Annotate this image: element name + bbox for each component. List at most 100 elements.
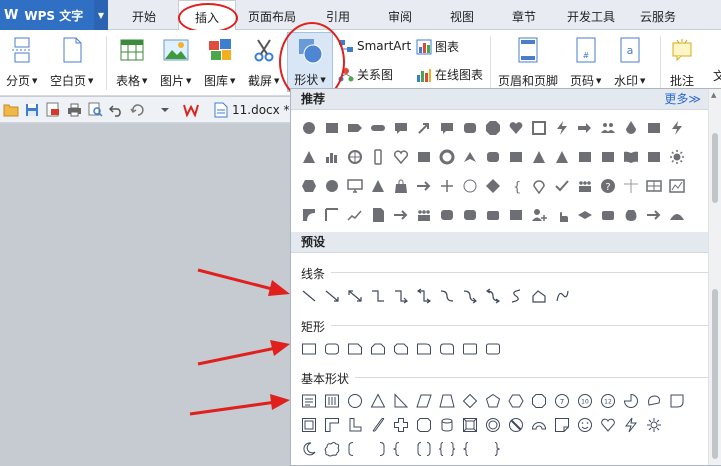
save-icon[interactable] [22, 100, 42, 120]
shape-octo[interactable] [481, 117, 504, 139]
shape-bolt[interactable] [665, 117, 688, 139]
rectangle-shape[interactable] [366, 338, 389, 360]
shape-chev[interactable] [458, 146, 481, 168]
line-shape[interactable] [550, 285, 573, 307]
line-shape[interactable] [435, 285, 458, 307]
document-tab[interactable]: 11.docx * [214, 100, 290, 120]
basic-shape[interactable] [320, 414, 343, 436]
shape-elbow[interactable] [320, 204, 343, 226]
basic-shape[interactable] [343, 438, 366, 460]
print-icon[interactable] [64, 100, 84, 120]
shape-userplus[interactable] [527, 204, 550, 226]
shape-callout[interactable] [435, 117, 458, 139]
shape-rect[interactable] [504, 146, 527, 168]
basic-shape[interactable] [527, 414, 550, 436]
basic-shape[interactable] [504, 414, 527, 436]
basic-shape[interactable] [389, 438, 412, 460]
basic-shape[interactable] [366, 390, 389, 412]
basic-shape[interactable] [458, 438, 481, 460]
shape-arrowr[interactable] [412, 175, 435, 197]
basic-shape[interactable] [619, 390, 642, 412]
shape-monitor[interactable] [343, 175, 366, 197]
shape-heart[interactable] [504, 117, 527, 139]
basic-shape[interactable] [297, 438, 320, 460]
smartart-button[interactable]: SmartArt [338, 38, 411, 54]
line-shape[interactable] [504, 285, 527, 307]
basic-shape[interactable]: 10 [573, 390, 596, 412]
scrollbar-thumb[interactable] [712, 289, 718, 459]
shape-group[interactable] [412, 204, 435, 226]
relation-chart-button[interactable]: 关系图 [338, 66, 393, 83]
screenshot-button[interactable]: 截屏 ▼ [248, 36, 279, 89]
basic-shape[interactable] [366, 438, 389, 460]
watermark-button[interactable]: a 水印 ▼ [614, 36, 645, 89]
line-shape[interactable] [481, 285, 504, 307]
shape-ring[interactable] [435, 146, 458, 168]
basic-shape[interactable] [573, 414, 596, 436]
basic-shape[interactable] [527, 390, 550, 412]
vertical-scrollbar[interactable]: ▲ [708, 89, 721, 465]
page-break-button[interactable]: 分页 ▼ [6, 36, 37, 89]
shape-cross[interactable] [435, 175, 458, 197]
basic-shape[interactable] [665, 390, 688, 412]
shape-money[interactable] [619, 204, 642, 226]
basic-shape[interactable] [389, 390, 412, 412]
shape-globe[interactable] [343, 146, 366, 168]
shape-rrectsmall[interactable] [596, 204, 619, 226]
basic-shape[interactable] [320, 390, 343, 412]
tab-home[interactable]: 开始 [118, 0, 170, 30]
table-button[interactable]: 表格 ▼ [116, 36, 147, 89]
basic-shape[interactable] [481, 414, 504, 436]
rectangle-shape[interactable] [435, 338, 458, 360]
text-button-cut[interactable]: 文 [713, 67, 721, 84]
shape-book[interactable] [619, 146, 642, 168]
picture-button[interactable]: 图片 ▼ [160, 36, 191, 89]
shape-rrect[interactable] [435, 204, 458, 226]
shape-rect[interactable] [642, 146, 665, 168]
rectangle-shape[interactable] [481, 338, 504, 360]
tab-page-layout[interactable]: 页面布局 [242, 0, 302, 30]
basic-shape[interactable] [389, 414, 412, 436]
basic-shape[interactable] [504, 390, 527, 412]
tab-cloud[interactable]: 云服务 [632, 0, 684, 30]
shape-rect[interactable] [573, 146, 596, 168]
shape-group[interactable] [573, 175, 596, 197]
shape-tri[interactable] [550, 146, 573, 168]
more-shapes-link[interactable]: 更多≫ [664, 89, 701, 110]
chevron-down-icon[interactable]: ▼ [94, 0, 108, 30]
shapes-button[interactable]: 形状 ▼ [287, 32, 333, 92]
basic-shape[interactable] [619, 414, 642, 436]
print-preview-icon[interactable] [85, 100, 105, 120]
rectangle-shape[interactable] [458, 338, 481, 360]
shape-circle[interactable] [320, 175, 343, 197]
blank-page-button[interactable]: 空白页 ▼ [50, 36, 93, 89]
shape-hand[interactable] [550, 204, 573, 226]
line-shape[interactable] [297, 285, 320, 307]
basic-shape[interactable] [412, 438, 435, 460]
shape-diamondflat[interactable] [573, 204, 596, 226]
basic-shape[interactable] [596, 414, 619, 436]
tab-references[interactable]: 引用 [314, 0, 362, 30]
shape-heartout[interactable] [389, 146, 412, 168]
shape-arrowr[interactable] [642, 204, 665, 226]
comment-button[interactable]: 批注 [668, 36, 696, 89]
basic-shape[interactable] [412, 414, 435, 436]
shape-rrectsmall[interactable] [481, 204, 504, 226]
shape-rrect[interactable] [458, 117, 481, 139]
shape-crossthin[interactable] [619, 175, 642, 197]
header-footer-button[interactable]: 页眉和页脚 [498, 36, 558, 89]
shape-ringthin[interactable] [458, 175, 481, 197]
shape-tri[interactable] [297, 146, 320, 168]
scroll-up-arrow-icon[interactable]: ▲ [711, 91, 716, 99]
basic-shape[interactable] [366, 414, 389, 436]
basic-shape[interactable] [435, 438, 458, 460]
shape-drop[interactable] [619, 117, 642, 139]
basic-shape[interactable] [642, 390, 665, 412]
shape-pin[interactable] [527, 175, 550, 197]
basic-shape[interactable] [550, 414, 573, 436]
shape-arrowr[interactable] [389, 204, 412, 226]
shape-brace[interactable]: { [504, 175, 527, 197]
shape-line3[interactable] [343, 204, 366, 226]
line-shape[interactable] [389, 285, 412, 307]
shape-filmgrid[interactable] [642, 175, 665, 197]
